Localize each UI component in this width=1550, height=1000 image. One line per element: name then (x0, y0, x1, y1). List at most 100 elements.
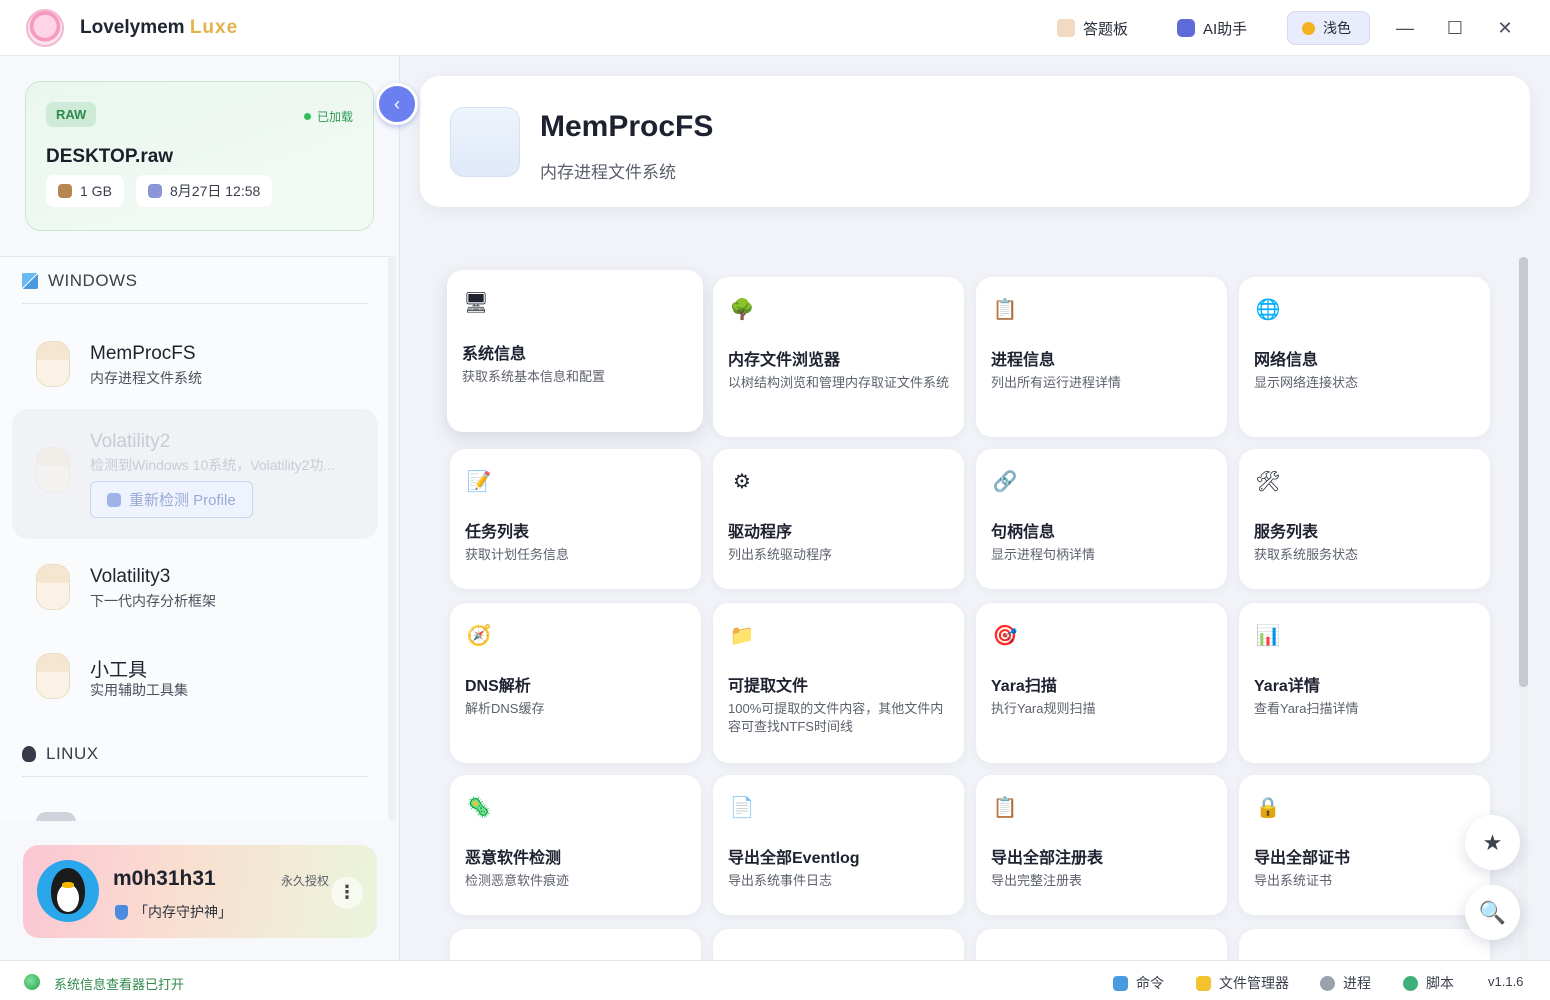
loaded-file-card[interactable]: RAW 已加载 DESKTOP.raw 1 GB 8月27日 12:58 (25, 81, 374, 231)
nav-item-subtitle: 下一代内存分析框架 (90, 593, 216, 609)
sidebar-scrollbar[interactable] (388, 256, 396, 821)
feature-card[interactable]: ⚙ 驱动程序 列出系统驱动程序 (713, 449, 964, 589)
feature-icon: 📋 (992, 299, 1018, 321)
minimize-button[interactable]: — (1390, 14, 1420, 42)
avatar (36, 564, 70, 610)
ai-assistant-button[interactable]: AI助手 (1163, 11, 1261, 45)
nav-item-title: MemProcFS (90, 343, 196, 364)
feature-card[interactable] (450, 929, 701, 960)
nav-item-title: Volatility2 (90, 431, 171, 452)
feature-icon: 🌐 (1255, 299, 1281, 321)
feature-card[interactable] (713, 929, 964, 960)
main-scrollbar[interactable] (1519, 257, 1528, 960)
sidebar-collapse-button[interactable]: ‹ (376, 83, 418, 125)
feature-description: 列出系统驱动程序 (728, 547, 833, 562)
feature-title: 导出全部证书 (1254, 850, 1351, 867)
app-title-main: Lovelymem (80, 17, 185, 38)
penguin-icon (22, 746, 36, 762)
feature-card[interactable]: 🌳 内存文件浏览器 以树结构浏览和管理内存取证文件系统 (713, 277, 964, 437)
feature-card[interactable]: 🧭 DNS解析 解析DNS缓存 (450, 603, 701, 763)
status-indicator-icon (24, 974, 40, 990)
feature-grid: 🖥 系统信息 获取系统基本信息和配置 🌳 内存文件浏览器 以树结构浏览和管理内存取证文件系… (420, 240, 1520, 960)
scrollbar-thumb[interactable] (1519, 257, 1528, 687)
nav-item-tools[interactable]: 小工具 实用辅助工具集 (12, 631, 378, 721)
windows-icon (22, 273, 38, 289)
app-title-accent: Luxe (189, 17, 239, 38)
notepad-icon (1057, 19, 1075, 37)
feature-icon: 🔗 (992, 471, 1018, 493)
folder-icon (1196, 975, 1211, 991)
feature-card[interactable]: 🦠 恶意软件检测 检测恶意软件痕迹 (450, 775, 701, 915)
nav-item-volatility2: Volatility2 检测到Windows 10系统，Volatility2功… (12, 409, 378, 539)
feature-card[interactable]: 🔒 导出全部证书 导出系统证书 (1239, 775, 1490, 915)
feature-title: 导出全部Eventlog (728, 850, 860, 867)
feature-title: 内存文件浏览器 (728, 352, 841, 369)
feature-card[interactable]: 📝 任务列表 获取计划任务信息 (450, 449, 701, 589)
page-title: MemProcFS (540, 110, 714, 143)
feature-card[interactable]: 📋 导出全部注册表 导出完整注册表 (976, 775, 1227, 915)
process-button[interactable]: 进程 (1320, 973, 1371, 993)
feature-description: 获取系统服务状态 (1254, 547, 1359, 562)
feature-description: 解析DNS缓存 (465, 701, 545, 716)
feature-card[interactable]: 📊 Yara详情 查看Yara扫描详情 (1239, 603, 1490, 763)
terminal-icon (1113, 975, 1128, 991)
feature-title: 系统信息 (462, 346, 527, 363)
box-icon (58, 184, 72, 198)
favorites-button[interactable]: ★ (1465, 815, 1520, 870)
feature-title: Yara扫描 (991, 678, 1057, 695)
app-logo (26, 9, 64, 47)
feature-icon: 🧭 (466, 625, 492, 647)
file-manager-button[interactable]: 文件管理器 (1196, 973, 1289, 993)
feature-description: 显示进程句柄详情 (991, 547, 1096, 562)
answer-board-button[interactable]: 答题板 (1043, 11, 1142, 45)
nav-item-volatility3[interactable]: Volatility3 下一代内存分析框架 (12, 542, 378, 632)
avatar (36, 447, 70, 493)
feature-card[interactable]: 🔗 句柄信息 显示进程句柄详情 (976, 449, 1227, 589)
nav-item-title: Volatility3 (90, 566, 171, 587)
license-label: 永久授权 (281, 874, 330, 888)
feature-description: 100%可提取的文件内容，其他文件内容可查找NTFS时间线 (728, 701, 944, 734)
nav-item-memprocfs[interactable]: MemProcFS 内存进程文件系统 (12, 319, 378, 409)
sun-icon (1302, 21, 1315, 35)
search-button[interactable]: 🔍 (1465, 885, 1520, 940)
feature-card[interactable]: 📄 导出全部Eventlog 导出系统事件日志 (713, 775, 964, 915)
feature-card[interactable] (976, 929, 1227, 960)
maximize-button[interactable]: ☐ (1440, 14, 1470, 42)
divider (22, 776, 368, 777)
feature-card[interactable]: 🛠 服务列表 获取系统服务状态 (1239, 449, 1490, 589)
feature-description: 查看Yara扫描详情 (1254, 701, 1359, 716)
module-nav-list: WINDOWS MemProcFS 内存进程文件系统 Volatility2 检… (0, 256, 390, 821)
feature-title: 任务列表 (465, 524, 530, 541)
nav-item-subtitle: 实用辅助工具集 (90, 682, 188, 698)
title-bar: Lovelymem Luxe 答题板 AI助手 浅色 — ☐ ✕ (0, 0, 1550, 56)
close-button[interactable]: ✕ (1490, 14, 1520, 42)
feature-title: 恶意软件检测 (465, 850, 562, 867)
calendar-icon (148, 184, 162, 198)
redetect-profile-button[interactable]: 重新检测 Profile (90, 481, 253, 518)
feature-card[interactable]: 📋 进程信息 列出所有运行进程详情 (976, 277, 1227, 437)
feature-card[interactable]: 📁 可提取文件 100%可提取的文件内容，其他文件内容可查找NTFS时间线 (713, 603, 964, 763)
feature-card[interactable]: 🌐 网络信息 显示网络连接状态 (1239, 277, 1490, 437)
feature-icon: 🌳 (729, 299, 755, 321)
user-avatar (37, 860, 99, 922)
feature-card[interactable] (1239, 929, 1490, 960)
feature-description: 导出完整注册表 (991, 873, 1083, 888)
command-button[interactable]: 命令 (1113, 973, 1164, 993)
feature-description: 检测恶意软件痕迹 (465, 873, 570, 888)
robot-icon (1177, 19, 1195, 37)
feature-title: 可提取文件 (728, 678, 809, 695)
user-name: m0h31h31 (113, 867, 216, 890)
user-menu-button[interactable]: ⋮ (331, 877, 363, 909)
feature-title: 导出全部注册表 (991, 850, 1104, 867)
shield-icon (115, 904, 128, 920)
feature-card[interactable]: 🖥 系统信息 获取系统基本信息和配置 (447, 270, 703, 432)
feature-title: Yara详情 (1254, 678, 1320, 695)
feature-icon: 🖥 (463, 292, 489, 314)
file-status: 已加载 (303, 108, 353, 125)
feature-card[interactable]: 🎯 Yara扫描 执行Yara规则扫描 (976, 603, 1227, 763)
feature-title: 进程信息 (991, 352, 1056, 369)
theme-toggle-button[interactable]: 浅色 (1287, 11, 1370, 45)
nav-item-subtitle: 内存进程文件系统 (90, 370, 202, 386)
script-button[interactable]: 脚本 (1403, 973, 1454, 993)
status-dot-icon (303, 113, 311, 120)
